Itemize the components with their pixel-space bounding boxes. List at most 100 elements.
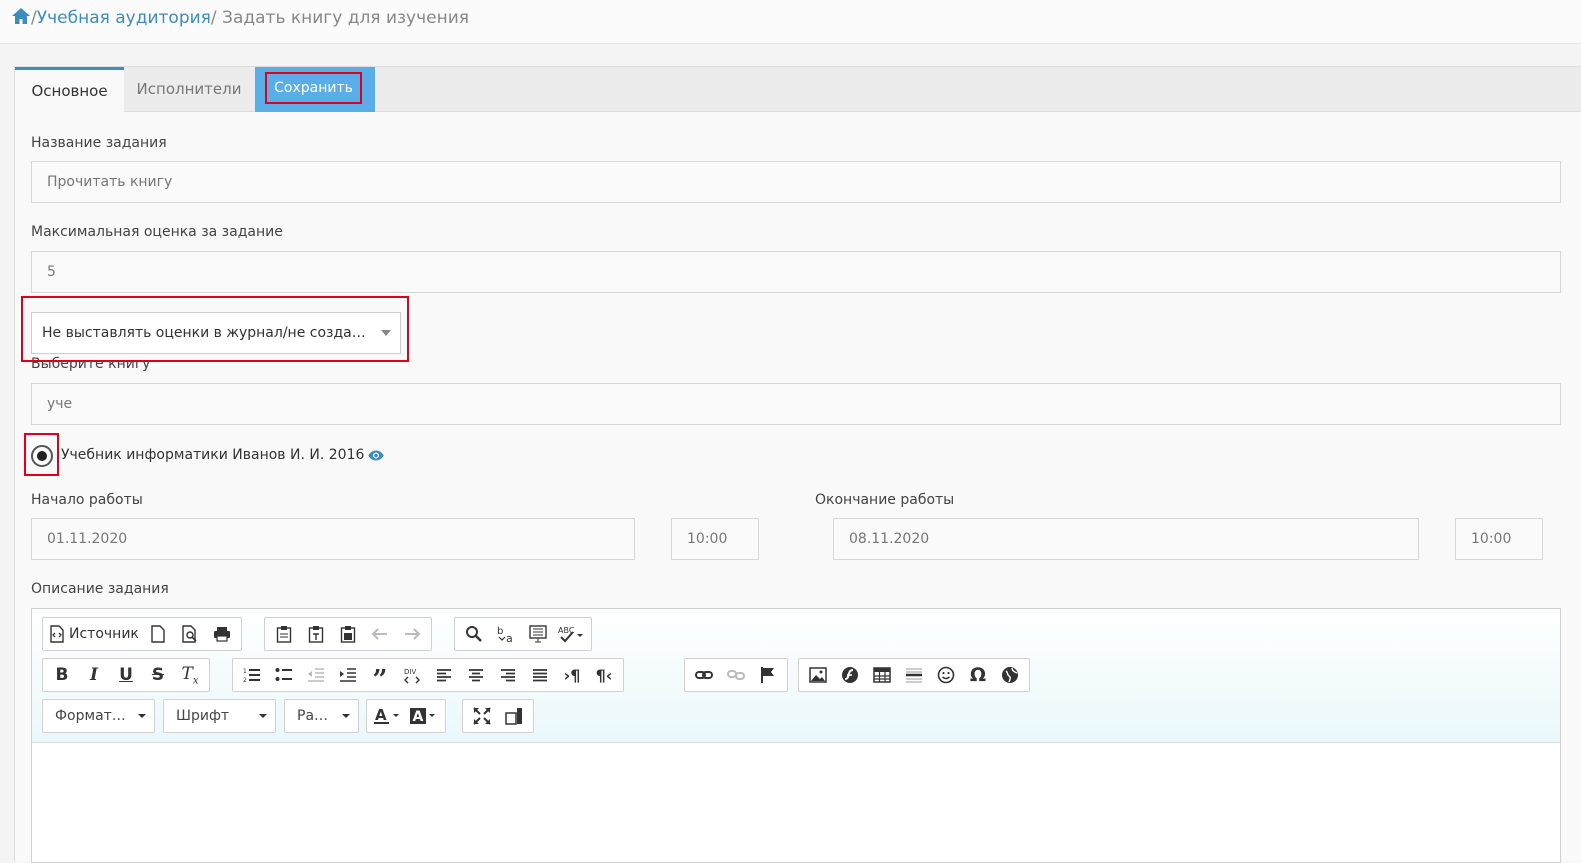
unlink-icon[interactable]	[720, 661, 752, 689]
format-combo[interactable]: Формат…	[42, 699, 155, 733]
svg-text:a: a	[506, 632, 513, 643]
blockquote-icon[interactable]: ”	[364, 661, 396, 693]
replace-icon[interactable]: ba	[490, 620, 522, 648]
iframe-globe-icon[interactable]	[994, 661, 1026, 689]
div-container-icon[interactable]: DIV	[396, 661, 428, 689]
link-icon[interactable]	[688, 661, 720, 689]
bold-icon[interactable]: B	[46, 661, 78, 689]
top-bar: /Учебная аудитория/ Задать книгу для изу…	[0, 0, 1581, 44]
underline-icon[interactable]: U	[110, 661, 142, 689]
toolbar-group-links	[684, 658, 788, 692]
chevron-down-icon	[381, 330, 391, 336]
numbered-list-icon[interactable]: 12	[236, 661, 268, 689]
description-label: Описание задания	[31, 581, 169, 597]
tab-executors[interactable]: Исполнители	[124, 67, 254, 112]
end-label: Окончание работы	[815, 492, 955, 508]
toolbar-group-document: Источник	[42, 617, 242, 651]
toolbar-group-search: ba ABC	[454, 617, 592, 651]
toolbar-group-colors: A A	[366, 699, 446, 733]
tab-main[interactable]: Основное	[15, 67, 124, 113]
select-all-icon[interactable]	[522, 620, 554, 648]
text-color-icon[interactable]: A	[370, 702, 406, 730]
book-option: Учебник информатики Иванов И. И. 2016	[61, 447, 385, 465]
toolbar-group-insert: Ω	[798, 658, 1030, 692]
max-grade-label: Максимальная оценка за задание	[31, 224, 283, 240]
grading-mode-select[interactable]: Не выставлять оценки в журнал/не создава…	[31, 312, 401, 354]
background-color-icon[interactable]: A	[406, 702, 442, 730]
home-icon[interactable]	[11, 7, 31, 31]
search-icon[interactable]	[458, 620, 490, 648]
svg-text:1: 1	[243, 668, 247, 675]
toolbar-group-paragraph: 12 ” DIV ›¶ ¶‹	[232, 658, 624, 693]
undo-icon[interactable]	[364, 620, 396, 648]
font-combo[interactable]: Шрифт	[163, 699, 276, 733]
paste-text-icon[interactable]	[300, 620, 332, 648]
svg-text:b: b	[497, 626, 503, 637]
align-center-icon[interactable]	[460, 661, 492, 689]
maximize-icon[interactable]	[466, 702, 498, 730]
new-page-icon[interactable]	[142, 620, 174, 648]
toolbar-group-basic-styles: B I U S Tx	[42, 658, 210, 692]
task-name-input[interactable]: Прочитать книгу	[31, 161, 1561, 203]
table-icon[interactable]	[866, 661, 898, 689]
eye-icon[interactable]	[368, 449, 385, 465]
end-date-input[interactable]: 08.11.2020	[833, 518, 1419, 560]
align-left-icon[interactable]	[428, 661, 460, 689]
bullet-list-icon[interactable]	[268, 661, 300, 689]
image-icon[interactable]	[802, 661, 834, 689]
horizontal-line-icon[interactable]	[898, 661, 930, 689]
tab-bar: Основное Исполнители Сохранить	[15, 67, 1581, 113]
print-icon[interactable]	[206, 620, 238, 648]
book-select-label: Выберите книгу	[31, 356, 151, 372]
flash-icon[interactable]	[834, 661, 866, 689]
breadcrumb-current: Задать книгу для изучения	[222, 8, 469, 28]
outdent-icon[interactable]	[300, 661, 332, 689]
breadcrumb-separator: /	[210, 8, 217, 28]
chevron-down-icon	[342, 714, 350, 718]
justify-icon[interactable]	[524, 661, 556, 689]
max-grade-input[interactable]: 5	[31, 251, 1561, 293]
rich-text-editor: Источник ba ABC B I U S Tx 1 2 ” DIV ›¶ …	[31, 608, 1561, 863]
task-panel: Основное Исполнители Сохранить Название …	[14, 66, 1581, 863]
size-combo-label: Ра…	[297, 708, 329, 724]
svg-text:DIV: DIV	[404, 668, 416, 676]
paste-word-icon[interactable]	[332, 620, 364, 648]
paste-icon[interactable]	[268, 620, 300, 648]
text-direction-ltr-icon[interactable]: ›¶	[556, 661, 588, 689]
source-button[interactable]: Источник	[46, 620, 142, 648]
task-name-label: Название задания	[31, 135, 167, 151]
editor-content-area[interactable]	[32, 744, 1560, 862]
redo-icon[interactable]	[396, 620, 428, 648]
end-time-input[interactable]: 10:00	[1455, 518, 1543, 560]
svg-text:A: A	[375, 707, 387, 724]
chevron-down-icon	[259, 714, 267, 718]
anchor-flag-icon[interactable]	[752, 661, 784, 689]
save-button[interactable]: Сохранить	[265, 72, 362, 104]
toolbar-group-clipboard	[264, 617, 432, 651]
remove-format-icon[interactable]: Tx	[174, 661, 206, 689]
editor-toolbar: Источник ba ABC B I U S Tx 1 2 ” DIV ›¶ …	[32, 609, 1560, 743]
indent-icon[interactable]	[332, 661, 364, 689]
book-radio-button[interactable]	[31, 445, 53, 467]
size-combo[interactable]: Ра…	[284, 699, 359, 733]
source-button-label: Источник	[69, 626, 139, 642]
preview-icon[interactable]	[174, 620, 206, 648]
strikethrough-icon[interactable]: S	[142, 661, 174, 689]
book-search-input[interactable]: уче	[31, 383, 1561, 425]
book-option-label: Учебник информатики Иванов И. И. 2016	[61, 447, 365, 463]
start-time-input[interactable]: 10:00	[671, 518, 759, 560]
text-direction-rtl-icon[interactable]: ¶‹	[588, 661, 620, 689]
svg-text:A: A	[413, 709, 424, 725]
format-combo-label: Формат…	[55, 708, 126, 724]
svg-text:2: 2	[243, 677, 247, 683]
breadcrumb-link-classroom[interactable]: Учебная аудитория	[37, 8, 211, 28]
smiley-icon[interactable]	[930, 661, 962, 689]
italic-icon[interactable]: I	[78, 661, 110, 689]
spellcheck-icon[interactable]: ABC	[554, 620, 588, 648]
breadcrumb: /Учебная аудитория/ Задать книгу для изу…	[11, 7, 469, 31]
toolbar-group-tools	[462, 699, 534, 733]
show-blocks-icon[interactable]	[498, 702, 530, 730]
start-date-input[interactable]: 01.11.2020	[31, 518, 635, 560]
special-char-icon[interactable]: Ω	[962, 661, 994, 689]
align-right-icon[interactable]	[492, 661, 524, 689]
